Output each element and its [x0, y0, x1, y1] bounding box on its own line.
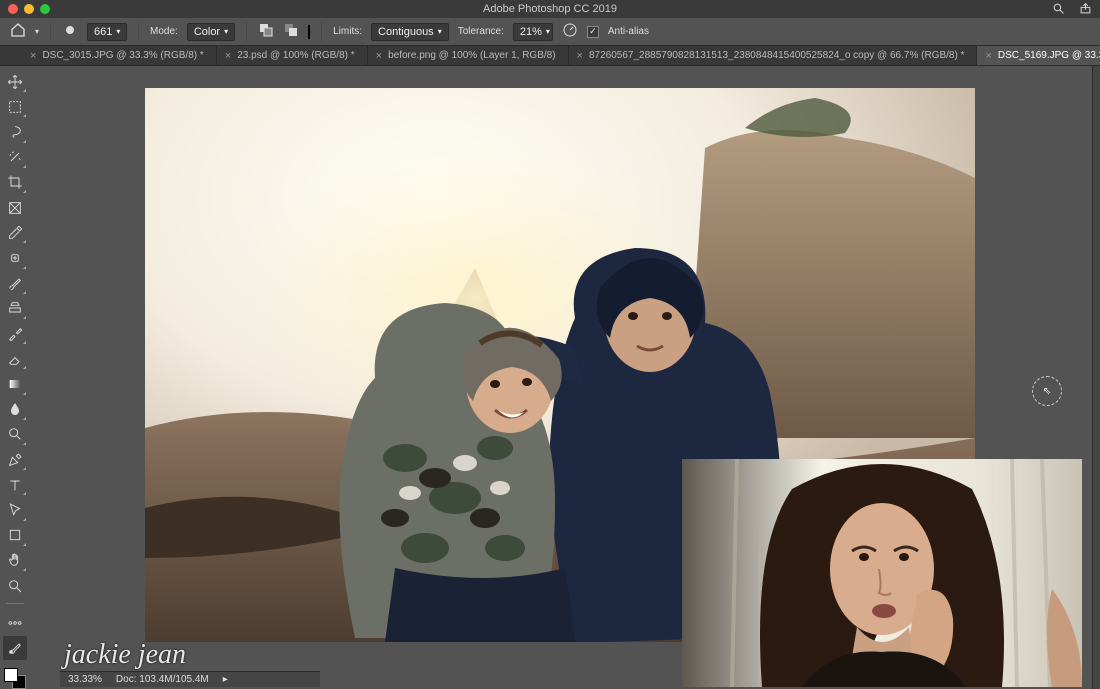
- limits-value: Contiguous: [378, 26, 434, 38]
- tab-label: 23.psd @ 100% (RGB/8) *: [237, 50, 354, 61]
- eraser-tool[interactable]: [3, 347, 27, 370]
- healing-tool[interactable]: [3, 246, 27, 269]
- close-window-button[interactable]: [8, 4, 18, 14]
- limits-select[interactable]: Contiguous ▾: [371, 23, 449, 41]
- document-tabs: × DSC_3015.JPG @ 33.3% (RGB/8) * × 23.ps…: [0, 46, 1100, 66]
- app-title: Adobe Photoshop CC 2019: [483, 3, 617, 15]
- eyedropper-tool[interactable]: [3, 221, 27, 244]
- marquee-tool[interactable]: [3, 95, 27, 118]
- blur-tool[interactable]: [3, 398, 27, 421]
- move-tool[interactable]: [3, 70, 27, 93]
- pressure-icon[interactable]: [562, 22, 578, 41]
- close-tab-icon[interactable]: ×: [376, 50, 382, 62]
- sample-fg-icon[interactable]: [258, 22, 274, 41]
- cursor-arrow-icon: ⇖: [1043, 386, 1051, 397]
- type-tool[interactable]: [3, 473, 27, 496]
- tolerance-label: Tolerance:: [458, 26, 504, 37]
- pen-tool[interactable]: [3, 448, 27, 471]
- color-replace-tool[interactable]: [3, 636, 27, 659]
- limits-label: Limits:: [333, 26, 362, 37]
- color-swatch[interactable]: [308, 26, 310, 38]
- document-tab[interactable]: × DSC_3015.JPG @ 33.3% (RGB/8) *: [22, 46, 217, 65]
- hand-tool[interactable]: [3, 549, 27, 572]
- brush-tool[interactable]: [3, 272, 27, 295]
- window-controls: [0, 4, 50, 14]
- close-tab-icon[interactable]: ×: [225, 50, 231, 62]
- document-tab[interactable]: × 23.psd @ 100% (RGB/8) *: [217, 46, 368, 65]
- shape-tool[interactable]: [3, 524, 27, 547]
- watermark-text: jackie jean: [64, 639, 186, 671]
- tools-panel: [0, 66, 30, 689]
- close-tab-icon[interactable]: ×: [985, 50, 991, 62]
- tool-divider: [6, 603, 24, 605]
- sample-bg-icon[interactable]: [283, 22, 299, 41]
- brush-cursor-icon: ⇖: [1032, 376, 1062, 406]
- antialias-label: Anti-alias: [608, 26, 649, 37]
- gradient-tool[interactable]: [3, 372, 27, 395]
- tab-label: DSC_5169.JPG @ 33.3% (RGB/8) *: [998, 50, 1100, 61]
- brush-size-field[interactable]: 661 ▾: [87, 23, 127, 41]
- zoom-tool[interactable]: [3, 574, 27, 597]
- mode-value: Color: [194, 26, 220, 38]
- mode-label: Mode:: [150, 26, 178, 37]
- maximize-window-button[interactable]: [40, 4, 50, 14]
- tab-label: DSC_3015.JPG @ 33.3% (RGB/8) *: [42, 50, 203, 61]
- options-bar: ▾ 661 ▾ Mode: Color ▾ Limits: Contiguous…: [0, 18, 1100, 46]
- status-bar: 33.33% Doc: 103.4M/105.4M ▸: [60, 671, 320, 687]
- path-select-tool[interactable]: [3, 498, 27, 521]
- webcam-overlay: [682, 459, 1082, 687]
- tab-label: 87260567_2885790828131513_23808484154005…: [589, 50, 964, 61]
- document-tab[interactable]: × 87260567_2885790828131513_238084841540…: [569, 46, 978, 65]
- search-icon[interactable]: [1052, 2, 1065, 18]
- mode-select[interactable]: Color ▾: [187, 23, 235, 41]
- foreground-color[interactable]: [4, 668, 18, 682]
- lasso-tool[interactable]: [3, 120, 27, 143]
- document-tab[interactable]: × before.png @ 100% (Layer 1, RGB/8): [368, 46, 569, 65]
- brush-size-value: 661: [94, 26, 112, 38]
- dodge-tool[interactable]: [3, 423, 27, 446]
- tab-label: before.png @ 100% (Layer 1, RGB/8): [388, 50, 555, 61]
- minimize-window-button[interactable]: [24, 4, 34, 14]
- share-icon[interactable]: [1079, 2, 1092, 18]
- tolerance-value: 21%: [520, 26, 542, 38]
- clone-stamp-tool[interactable]: [3, 297, 27, 320]
- titlebar: Adobe Photoshop CC 2019: [0, 0, 1100, 18]
- panel-dock[interactable]: [1092, 66, 1100, 689]
- canvas-area[interactable]: ⇖ jackie jean: [30, 66, 1092, 689]
- color-wells[interactable]: [4, 668, 26, 689]
- close-tab-icon[interactable]: ×: [577, 50, 583, 62]
- crop-tool[interactable]: [3, 171, 27, 194]
- doc-size: Doc: 103.4M/105.4M: [116, 674, 209, 685]
- chevron-down-icon[interactable]: ▾: [35, 27, 39, 36]
- workspace: ⇖ jackie jean: [0, 66, 1100, 689]
- tolerance-field[interactable]: 21% ▾: [513, 23, 553, 41]
- zoom-level[interactable]: 33.33%: [68, 674, 102, 685]
- brush-preset-icon[interactable]: [62, 22, 78, 41]
- wand-tool[interactable]: [3, 146, 27, 169]
- antialias-checkbox[interactable]: ✓: [587, 26, 599, 38]
- frame-tool[interactable]: [3, 196, 27, 219]
- home-icon[interactable]: [10, 22, 26, 41]
- close-tab-icon[interactable]: ×: [30, 50, 36, 62]
- edit-toolbar-icon[interactable]: [3, 611, 27, 634]
- status-menu-icon[interactable]: ▸: [223, 674, 228, 685]
- history-brush-tool[interactable]: [3, 322, 27, 345]
- document-tab[interactable]: × DSC_5169.JPG @ 33.3% (RGB/8) *: [977, 46, 1100, 65]
